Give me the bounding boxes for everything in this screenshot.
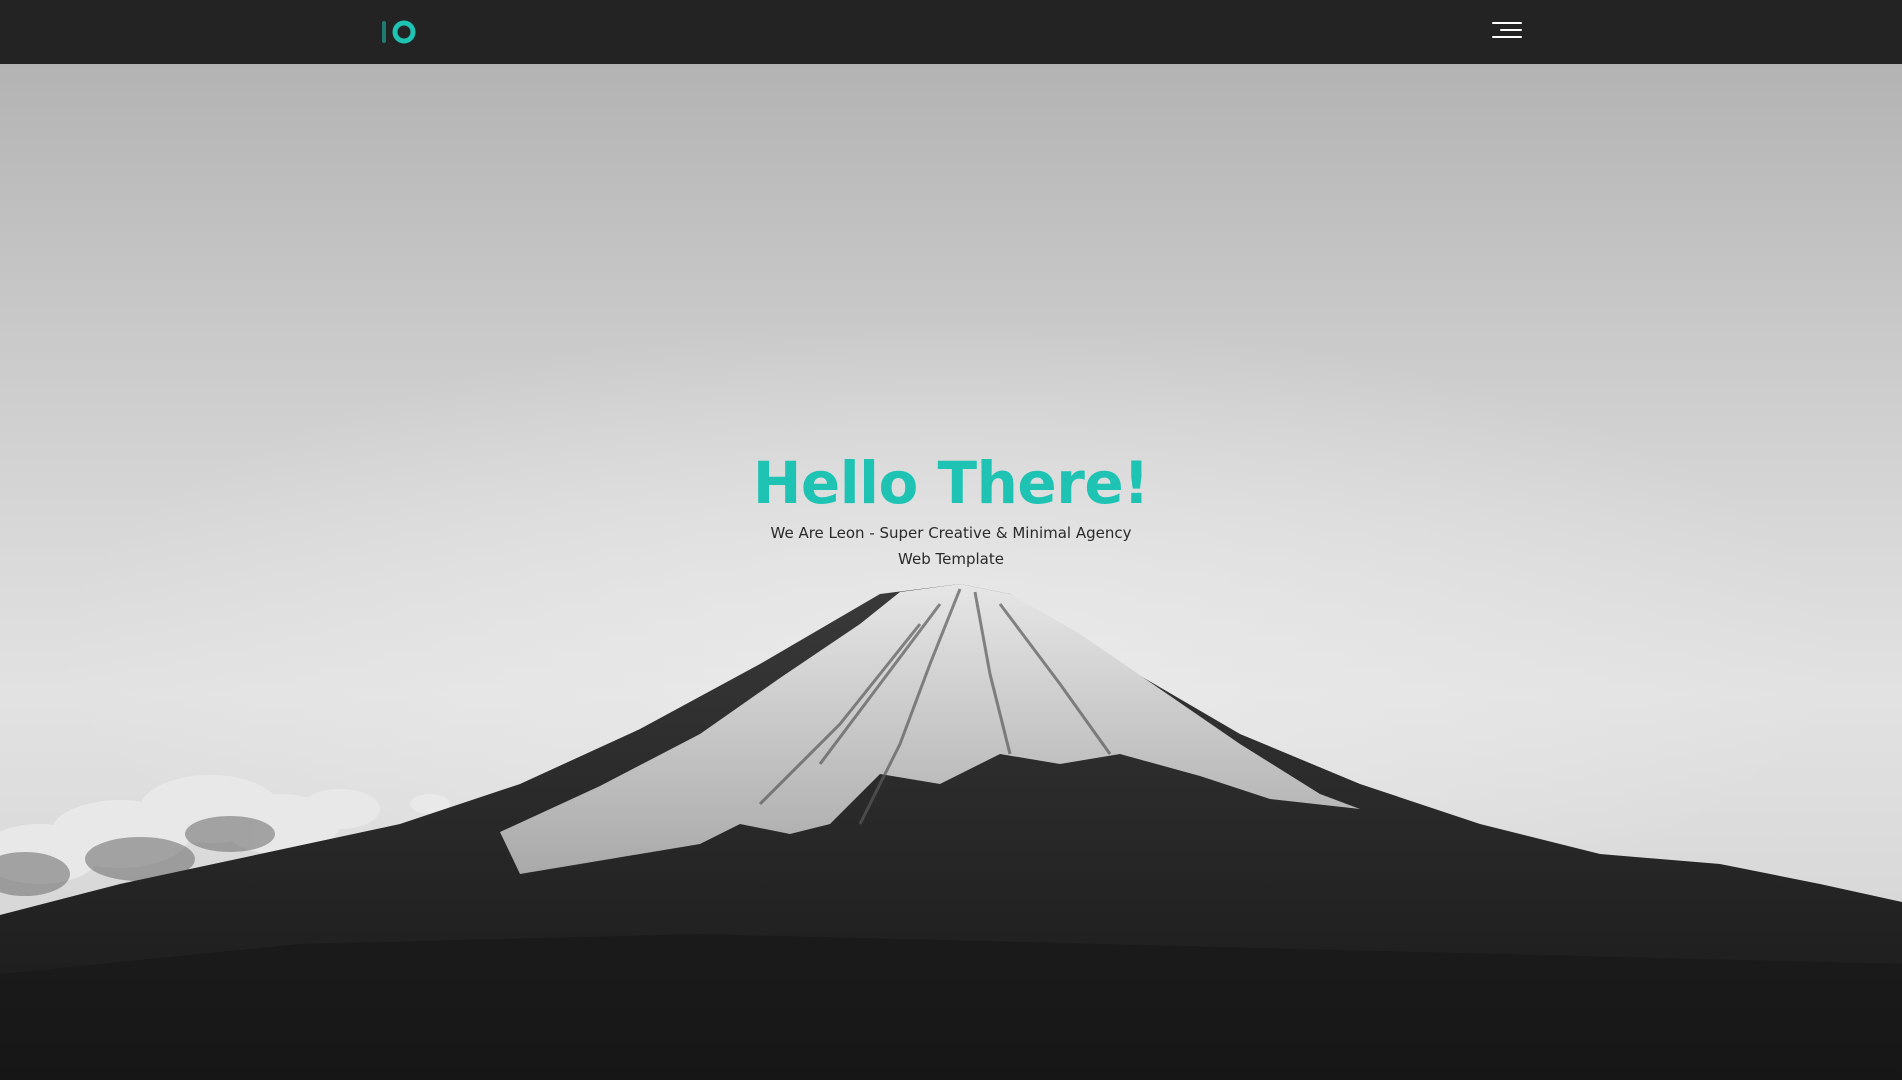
hero-title: Hello There! bbox=[752, 449, 1150, 517]
top-navbar bbox=[0, 0, 1902, 64]
hero-subtitle: We Are Leon - Super Creative & Minimal A… bbox=[770, 524, 1132, 568]
mountain-photo bbox=[0, 284, 1902, 1080]
brand-logo-icon[interactable] bbox=[380, 18, 420, 46]
hero-section: Hello There! We Are Leon - Super Creativ… bbox=[0, 64, 1902, 1080]
hamburger-menu-icon[interactable] bbox=[1490, 20, 1522, 42]
